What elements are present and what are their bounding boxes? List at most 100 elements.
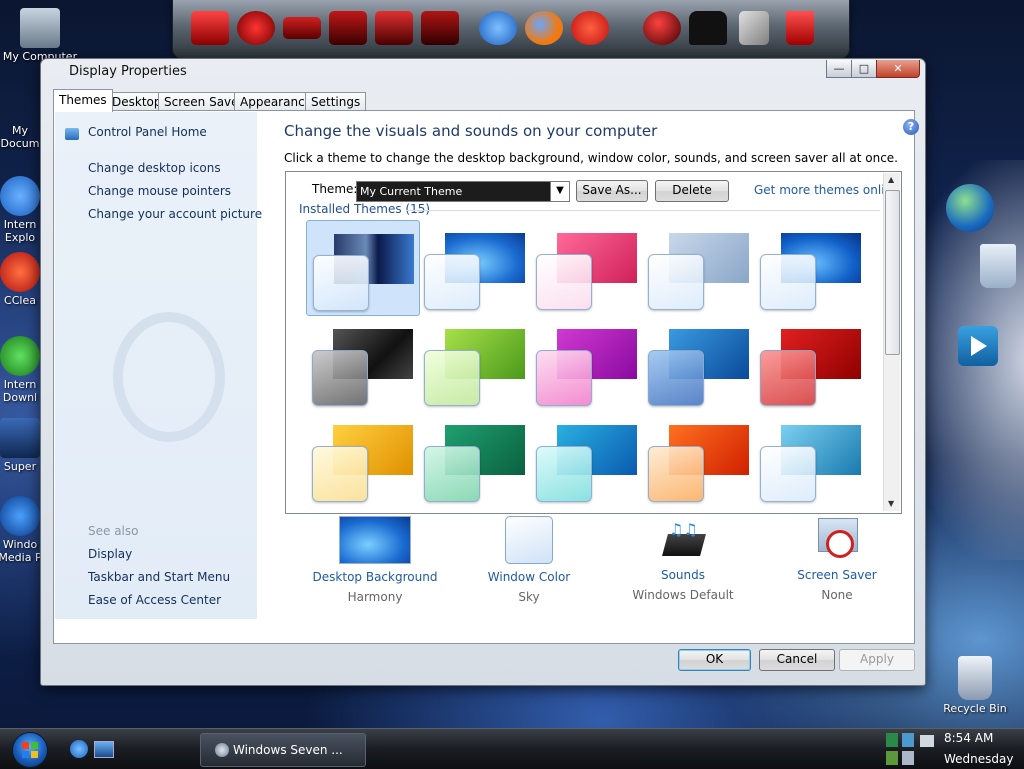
desktop-background-item[interactable]: Desktop Background Harmony: [300, 516, 450, 604]
scroll-up-icon[interactable]: ▲: [888, 175, 894, 184]
display-link[interactable]: Display: [88, 547, 132, 561]
firefox-icon[interactable]: [523, 5, 565, 51]
folder-red-icon[interactable]: [373, 5, 415, 51]
theme-tile-rose[interactable]: [530, 220, 642, 314]
delete-button[interactable]: Delete: [655, 180, 729, 202]
theme-tile-teal[interactable]: [418, 412, 530, 506]
screen-saver-label[interactable]: Screen Saver: [762, 568, 912, 582]
close-button[interactable]: ✕: [876, 60, 920, 78]
clock-day[interactable]: Wednesday: [944, 752, 1013, 766]
internet-explorer-icon[interactable]: [477, 5, 519, 51]
monitor-red-2-icon[interactable]: [235, 5, 277, 51]
quick-launch-ie-icon[interactable]: [70, 740, 88, 758]
desktop-icon-my-computer[interactable]: My Computer: [0, 8, 80, 63]
theme-tile-sky[interactable]: [754, 412, 866, 506]
folder-media-icon[interactable]: [327, 5, 369, 51]
help-icon[interactable]: ?: [903, 119, 919, 135]
section-divider: [406, 210, 880, 211]
tray-volume-icon[interactable]: [920, 735, 934, 747]
theme-tile-sun[interactable]: [306, 412, 418, 506]
top-dock: [172, 0, 850, 59]
ease-of-access-link[interactable]: Ease of Access Center: [88, 593, 221, 607]
maximize-icon: □: [858, 62, 870, 75]
trash-red-icon[interactable]: [779, 5, 821, 51]
ie-icon: [0, 176, 40, 216]
theme-tile-ocean[interactable]: [642, 316, 754, 410]
tray-power-icon[interactable]: [902, 751, 914, 765]
scroll-thumb[interactable]: [885, 190, 900, 355]
theme-list-box: Theme: My Current Theme ▼ Save As... Del…: [285, 171, 902, 514]
quick-launch-desktop-icon[interactable]: [94, 741, 114, 758]
taskbar-start-menu-link[interactable]: Taskbar and Start Menu: [88, 570, 230, 584]
theme-tile-lime[interactable]: [418, 316, 530, 410]
title-bar[interactable]: Display Properties — □ ✕: [41, 59, 925, 85]
media-play-icon[interactable]: [958, 326, 998, 366]
sounds-item[interactable]: ♫♫ Sounds Windows Default: [608, 516, 758, 602]
get-more-themes-link[interactable]: Get more themes online: [754, 183, 900, 197]
scroll-down-icon[interactable]: ▼: [888, 499, 894, 508]
keyboard-red-icon[interactable]: [281, 5, 323, 51]
theme-tile-purple[interactable]: [530, 316, 642, 410]
tray-security-icon[interactable]: [902, 733, 914, 747]
page-heading: Change the visuals and sounds on your co…: [284, 122, 658, 140]
taskbar: Windows Seven ... 8:54 AM Wednesday: [0, 728, 1024, 769]
control-panel-icon: [65, 128, 79, 140]
chevron-down-icon[interactable]: ▼: [550, 182, 569, 201]
change-account-picture-link[interactable]: Change your account picture: [88, 207, 262, 221]
theme-tile-blue[interactable]: [754, 220, 866, 314]
maximize-button[interactable]: □: [851, 60, 877, 78]
taskbar-window-button[interactable]: Windows Seven ...: [200, 733, 366, 767]
page-description: Click a theme to change the desktop back…: [284, 151, 898, 165]
sounds-label[interactable]: Sounds: [608, 568, 758, 582]
window-color-label[interactable]: Window Color: [454, 570, 604, 584]
change-desktop-icons-link[interactable]: Change desktop icons: [88, 161, 221, 175]
monitor-red-icon[interactable]: [189, 5, 231, 51]
ok-button[interactable]: OK: [678, 649, 751, 671]
ccleaner-icon[interactable]: [569, 5, 611, 51]
minimize-icon: —: [833, 62, 845, 75]
recycle-bin-icon[interactable]: [980, 244, 1016, 288]
tab-themes[interactable]: Themes: [53, 89, 113, 112]
desktop-background-label[interactable]: Desktop Background: [300, 570, 450, 584]
media-player-icon: [0, 496, 40, 536]
right-sidebar: [924, 160, 1024, 560]
cancel-button[interactable]: Cancel: [759, 649, 835, 671]
theme-tile-crimson[interactable]: [754, 316, 866, 410]
folder-tools-icon[interactable]: [419, 5, 461, 51]
close-icon: ✕: [893, 62, 903, 75]
theme-tile-silver[interactable]: [642, 220, 754, 314]
tab-settings[interactable]: Settings: [305, 92, 367, 111]
desktop-background-thumbnail: [339, 516, 411, 564]
tray-network-icon[interactable]: [886, 733, 898, 747]
screen-saver-item[interactable]: Screen Saver None: [762, 516, 912, 602]
red-globe-icon[interactable]: [641, 5, 683, 51]
sounds-icon: ♫♫: [659, 516, 707, 562]
theme-dropdown[interactable]: My Current Theme ▼: [356, 181, 570, 202]
tshirt-icon[interactable]: [687, 5, 729, 51]
start-button[interactable]: [12, 732, 48, 768]
screen-saver-icon: [814, 516, 860, 562]
control-panel-home-link[interactable]: Control Panel Home: [88, 125, 207, 139]
clock-time[interactable]: 8:54 AM: [944, 731, 993, 745]
taskbar-window-label: Windows Seven ...: [233, 743, 343, 757]
desktop-background-value: Harmony: [347, 590, 403, 604]
save-as-button[interactable]: Save As...: [576, 180, 648, 202]
theme-list-scrollbar[interactable]: ▲ ▼: [883, 173, 900, 511]
window-color-item[interactable]: Window Color Sky: [454, 516, 604, 604]
tools-icon[interactable]: [733, 5, 775, 51]
theme-tile-aqua[interactable]: [530, 412, 642, 506]
tray-updates-icon[interactable]: [886, 751, 898, 765]
display-properties-window: Display Properties — □ ✕ Themes Desktop …: [40, 58, 926, 686]
globe-icon[interactable]: [946, 184, 994, 232]
sounds-value: Windows Default: [632, 588, 734, 602]
super-icon: [0, 418, 40, 458]
theme-tile-orange[interactable]: [642, 412, 754, 506]
theme-tile-current[interactable]: [306, 220, 420, 316]
theme-tile-harmony[interactable]: [418, 220, 530, 314]
theme-tile-graphite[interactable]: [306, 316, 418, 410]
left-task-pane: Control Panel Home Change desktop icons …: [55, 112, 262, 619]
minimize-button[interactable]: —: [826, 60, 852, 78]
apply-button[interactable]: Apply: [839, 649, 915, 671]
change-mouse-pointers-link[interactable]: Change mouse pointers: [88, 184, 231, 198]
desktop-icon-recycle-bin[interactable]: Recycle Bin: [940, 656, 1010, 715]
